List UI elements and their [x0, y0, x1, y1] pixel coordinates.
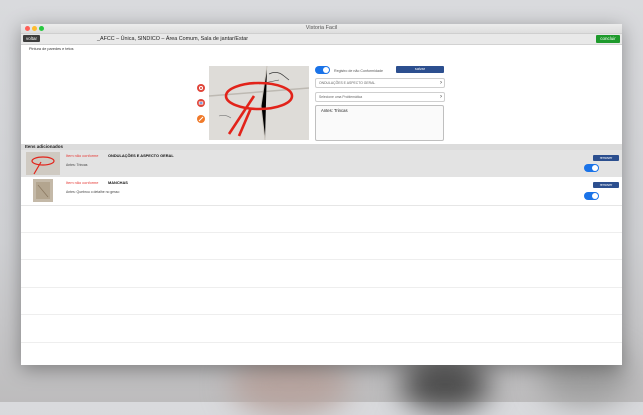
remove-button[interactable]: remover — [593, 155, 619, 161]
item-select-value: ONDULAÇÕES E ASPECTO GERAL — [319, 81, 376, 85]
nonconformity-toggle[interactable] — [315, 66, 330, 74]
gallery-icon[interactable] — [197, 99, 205, 107]
divider — [21, 232, 622, 233]
problem-select-placeholder: Selecione uma Problemática — [319, 95, 363, 99]
item-toggle[interactable] — [584, 192, 599, 200]
back-button[interactable]: voltar — [23, 35, 40, 42]
divider — [21, 342, 622, 343]
divider — [21, 259, 622, 260]
item-name: ONDULAÇÕES E ASPECTO GERAL — [108, 153, 174, 158]
divider — [21, 314, 622, 315]
save-button[interactable]: salvar — [396, 66, 444, 73]
divider — [21, 287, 622, 288]
navigation-bar: voltar _AFCC – Única, SINDICO – Área Com… — [21, 34, 622, 45]
item-thumbnail[interactable] — [33, 179, 53, 202]
item-annotation: Antes: Quebrou o detalhe no gesso — [66, 190, 120, 194]
background-shape — [400, 360, 490, 410]
list-item[interactable]: Item não conforme ONDULAÇÕES E ASPECTO G… — [21, 150, 622, 178]
chevron-right-icon: › — [440, 94, 442, 100]
item-status: Item não conforme — [66, 153, 99, 158]
item-name: MANCHAS — [108, 180, 128, 185]
item-status: Item não conforme — [66, 180, 99, 185]
title-bar: Vistoria Facil — [21, 24, 622, 34]
finish-button[interactable]: concluir — [596, 35, 620, 43]
item-thumbnail[interactable] — [26, 152, 60, 175]
edit-icon[interactable] — [197, 115, 205, 123]
camera-icon[interactable] — [197, 84, 205, 92]
breadcrumb: _AFCC – Única, SINDICO – Área Comum, Sal… — [97, 36, 248, 42]
list-item[interactable]: Item não conforme MANCHAS Antes: Quebrou… — [21, 177, 622, 206]
item-select[interactable]: ONDULAÇÕES E ASPECTO GERAL › — [315, 78, 445, 88]
section-title: Pintura de paredes e tetos — [29, 47, 74, 51]
remove-button[interactable]: remover — [593, 182, 619, 188]
nonconformity-label: Registro de não Conformidade — [334, 69, 383, 73]
notes-textarea[interactable]: Antes: Trincas — [315, 105, 444, 141]
window-title: Vistoria Facil — [305, 25, 338, 31]
item-annotation: Antes: Trincas — [66, 163, 88, 167]
notes-text: Antes: Trincas — [321, 108, 348, 113]
problem-select[interactable]: Selecione uma Problemática › — [315, 92, 445, 102]
app-window: Vistoria Facil voltar _AFCC – Única, SIN… — [21, 24, 622, 365]
inspection-photo[interactable] — [209, 66, 309, 140]
item-toggle[interactable] — [584, 164, 599, 172]
annotated-photo-drawing — [209, 66, 309, 140]
chevron-right-icon: › — [440, 80, 442, 86]
